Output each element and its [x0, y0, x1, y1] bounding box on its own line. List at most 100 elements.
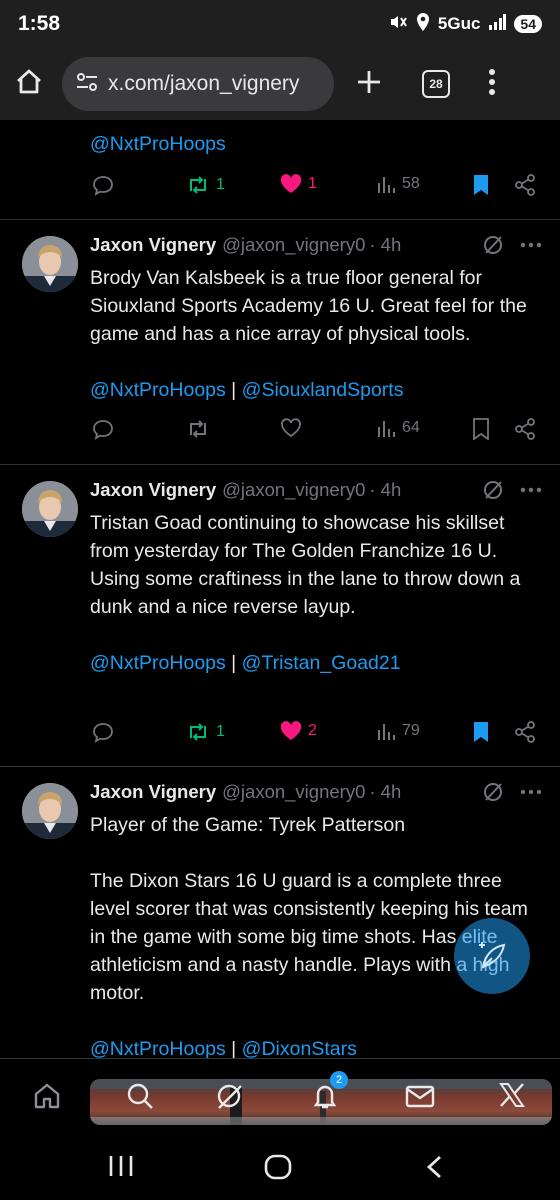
home-button[interactable]	[14, 67, 44, 102]
reply-button[interactable]	[92, 721, 114, 743]
mute-icon	[388, 12, 408, 37]
tweet[interactable]: Jaxon Vignery @jaxon_vignery0 · 4h Trist…	[0, 465, 560, 767]
author-name[interactable]: Jaxon Vignery	[90, 234, 216, 256]
browser-toolbar: x.com/jaxon_vignery 28	[0, 48, 560, 120]
address-bar[interactable]: x.com/jaxon_vignery	[62, 57, 334, 111]
tweet-paragraph: Tristan Goad continuing to showcase his …	[90, 512, 521, 618]
mention-link[interactable]: @NxtProHoops	[90, 379, 226, 401]
timeline-feed[interactable]: @NxtProHoops 1 1 58 Jaxon Vignery @jaxon…	[0, 120, 560, 1058]
view-count: 58	[402, 175, 420, 192]
notification-badge: 2	[330, 1071, 348, 1089]
tweet-actions: 64	[90, 418, 540, 448]
battery-indicator: 54	[514, 15, 542, 33]
author-handle[interactable]: @jaxon_vignery0	[222, 234, 365, 256]
bookmark-filled-icon	[474, 175, 488, 195]
new-tab-button[interactable]	[356, 69, 382, 100]
share-icon	[515, 721, 535, 743]
search-icon[interactable]	[125, 1081, 155, 1116]
location-icon	[416, 12, 430, 37]
retweet-button[interactable]: 1	[186, 174, 225, 196]
views-icon	[378, 177, 395, 193]
retweet-icon	[190, 176, 206, 194]
compose-button[interactable]	[454, 918, 530, 994]
x-logo-icon[interactable]	[498, 1081, 526, 1114]
recents-icon[interactable]	[108, 1154, 134, 1183]
tweet-actions: 1 2 79	[90, 721, 540, 751]
bookmark-icon	[473, 418, 489, 440]
views-button[interactable]: 79	[376, 721, 420, 741]
tweet[interactable]: Jaxon Vignery @jaxon_vignery0 · 4h Brody…	[0, 220, 560, 465]
author-handle[interactable]: @jaxon_vignery0	[222, 479, 365, 501]
tweet-header: Jaxon Vignery @jaxon_vignery0 · 4h	[90, 781, 542, 803]
site-settings-icon[interactable]	[76, 72, 98, 97]
reply-icon	[93, 420, 113, 440]
author-name[interactable]: Jaxon Vignery	[90, 479, 216, 501]
avatar[interactable]	[22, 481, 78, 537]
more-options-icon	[520, 242, 542, 248]
grok-icon	[484, 783, 502, 801]
grok-icon[interactable]	[214, 1081, 244, 1116]
compose-feather-icon	[479, 942, 506, 969]
tweet-header: Jaxon Vignery @jaxon_vignery0 · 4h	[90, 479, 542, 501]
heart-icon	[281, 418, 301, 438]
share-icon	[515, 174, 535, 196]
retweet-button[interactable]	[186, 418, 210, 440]
author-handle[interactable]: @jaxon_vignery0	[222, 781, 365, 803]
tweet-header: Jaxon Vignery @jaxon_vignery0 · 4h	[90, 234, 542, 256]
retweet-count: 1	[216, 723, 225, 740]
retweet-icon	[190, 420, 206, 438]
reply-button[interactable]	[92, 418, 114, 440]
more-options-icon	[520, 487, 542, 493]
views-button[interactable]: 58	[376, 174, 420, 194]
retweet-button[interactable]: 1	[186, 721, 225, 743]
reply-icon	[93, 176, 113, 196]
like-button[interactable]	[280, 418, 302, 438]
tweet-paragraph: Brody Van Kalsbeek is a true floor gener…	[90, 267, 527, 345]
tweet-time[interactable]: · 4h	[369, 781, 401, 803]
system-nav-bar	[0, 1132, 560, 1200]
author-name[interactable]: Jaxon Vignery	[90, 781, 216, 803]
tweet-time[interactable]: · 4h	[369, 479, 401, 501]
views-icon	[378, 421, 395, 437]
avatar[interactable]	[22, 236, 78, 292]
heart-filled-icon	[280, 174, 302, 193]
like-button[interactable]: 2	[280, 721, 317, 741]
mention-link[interactable]: @DixonStars	[242, 1038, 357, 1058]
tweet[interactable]: Jaxon Vignery @jaxon_vignery0 · 4h Playe…	[0, 767, 560, 1058]
mention-link[interactable]: @NxtProHoops	[90, 652, 226, 674]
like-count: 1	[308, 175, 317, 192]
grok-icon	[484, 481, 502, 499]
bookmark-button[interactable]	[472, 418, 490, 440]
avatar[interactable]	[22, 783, 78, 839]
tweet-partial[interactable]: @NxtProHoops 1 1 58	[0, 120, 560, 220]
tweet-text: Tristan Goad continuing to showcase his …	[90, 509, 542, 677]
status-icons: 5Guc 54	[388, 12, 542, 37]
mention-link[interactable]: @SiouxlandSports	[242, 379, 404, 401]
tweet-mentions: @NxtProHoops | @Tristan_Goad21	[90, 652, 401, 674]
messages-icon[interactable]	[404, 1081, 436, 1116]
back-icon[interactable]	[424, 1154, 444, 1185]
share-button[interactable]	[514, 418, 536, 440]
mention-link[interactable]: @Tristan_Goad21	[242, 652, 401, 674]
bookmark-filled-icon	[474, 722, 488, 742]
tweet-paragraph: Player of the Game: Tyrek Patterson	[90, 814, 406, 836]
share-button[interactable]	[514, 174, 536, 196]
retweet-count: 1	[216, 176, 225, 193]
browser-menu-icon[interactable]	[488, 68, 496, 100]
bottom-tab-bar: 2	[0, 1058, 560, 1132]
mention-link[interactable]: @NxtProHoops	[90, 133, 226, 155]
tweet-text: Brody Van Kalsbeek is a true floor gener…	[90, 264, 542, 404]
reply-button[interactable]	[92, 174, 114, 196]
views-button[interactable]: 64	[376, 418, 420, 438]
tweet-mentions: @NxtProHoops | @SiouxlandSports	[90, 379, 404, 401]
tab-switcher-button[interactable]: 28	[422, 70, 450, 98]
network-label: 5Guc	[437, 14, 481, 33]
share-button[interactable]	[514, 721, 536, 743]
like-button[interactable]: 1	[280, 174, 317, 194]
home-circle-icon[interactable]	[264, 1154, 292, 1185]
tweet-time[interactable]: · 4h	[369, 234, 401, 256]
mention-link[interactable]: @NxtProHoops	[90, 1038, 226, 1058]
bookmark-button[interactable]	[472, 721, 490, 743]
home-icon[interactable]	[32, 1081, 62, 1116]
bookmark-button[interactable]	[472, 174, 490, 196]
